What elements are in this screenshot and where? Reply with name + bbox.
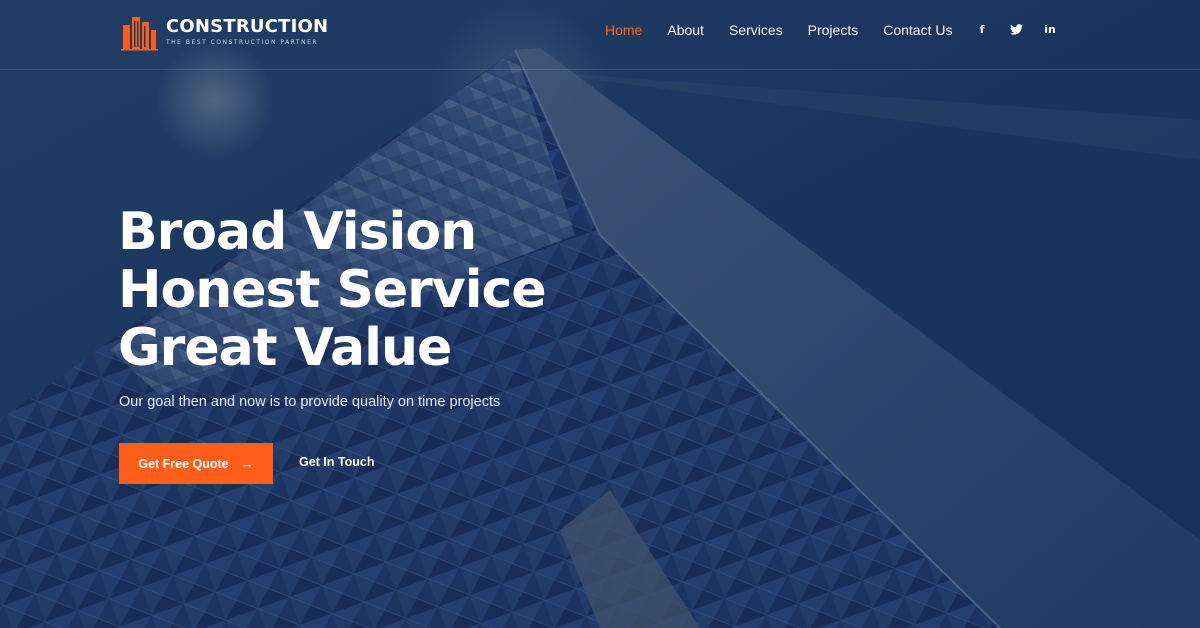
hero-title-line-1: Broad Vision xyxy=(118,202,477,262)
site-header: CONSTRUCTION THE BEST CONSTRUCTION PARTN… xyxy=(0,0,1200,70)
nav-item-home[interactable]: Home xyxy=(605,22,642,38)
hero-subtitle: Our goal then and now is to provide qual… xyxy=(119,394,501,410)
hero-title: Broad Vision Honest Service Great Value xyxy=(118,203,638,377)
hero-title-line-2: Honest Service xyxy=(118,260,547,320)
nav-item-services[interactable]: Services xyxy=(729,22,783,38)
get-free-quote-label: Get Free Quote xyxy=(138,456,229,471)
nav-item-projects[interactable]: Projects xyxy=(808,22,859,38)
nav-item-contact-us[interactable]: Contact Us xyxy=(883,22,952,38)
linkedin-icon[interactable]: in xyxy=(1043,20,1057,38)
social-links: f in xyxy=(975,20,1057,38)
building-logo-icon xyxy=(121,17,158,51)
main-nav: Home About Services Projects Contact Us xyxy=(605,22,952,38)
brand-name: CONSTRUCTION xyxy=(166,16,329,37)
hero-title-line-3: Great Value xyxy=(118,318,452,378)
facebook-icon[interactable]: f xyxy=(975,20,989,38)
twitter-icon[interactable] xyxy=(1009,20,1023,38)
brand-logo[interactable]: CONSTRUCTION THE BEST CONSTRUCTION PARTN… xyxy=(120,12,328,52)
get-in-touch-button[interactable]: Get In Touch xyxy=(299,455,374,469)
get-free-quote-button[interactable]: Get Free Quote → xyxy=(119,443,273,484)
brand-tagline: THE BEST CONSTRUCTION PARTNER xyxy=(166,39,319,46)
arrow-right-icon: → xyxy=(240,456,254,471)
nav-item-about[interactable]: About xyxy=(667,22,704,38)
